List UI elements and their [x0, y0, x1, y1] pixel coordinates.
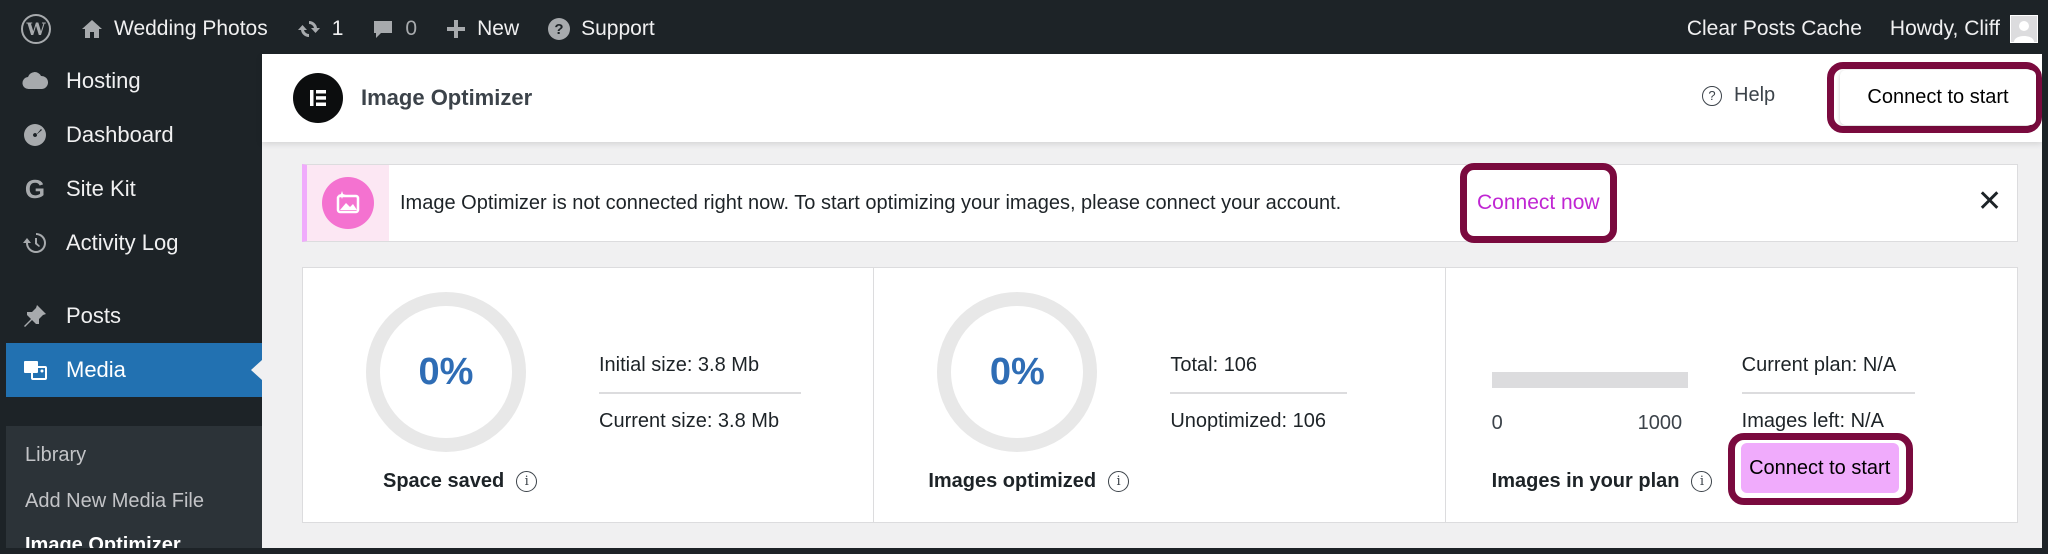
notice-message: Image Optimizer is not connected right n… [400, 192, 1342, 214]
elementor-logo-icon [293, 73, 343, 123]
site-name-link[interactable]: Wedding Photos [66, 4, 282, 54]
submenu-item-library[interactable]: Library [25, 444, 86, 467]
sidebar-item-media[interactable]: Media [6, 343, 262, 397]
submenu-item-add-new-media-file[interactable]: Add New Media File [25, 490, 204, 513]
clear-cache-label: Clear Posts Cache [1686, 17, 1862, 40]
space-saved-value: 0% [418, 350, 474, 393]
howdy-label: Howdy, Cliff [1889, 17, 2000, 40]
history-icon [22, 230, 48, 256]
support-link[interactable]: ? Support [533, 4, 669, 54]
images-optimized-ring: 0% [937, 292, 1098, 452]
updates-link[interactable]: 1 [282, 4, 358, 54]
browser-frame: W Wedding Photos 1 0 New ? Support Clear… [6, 4, 2042, 548]
new-content-link[interactable]: New [431, 4, 533, 54]
help-link[interactable]: ? Help [1702, 84, 1775, 107]
plan-bar-max: 1000 [1637, 412, 1683, 434]
google-g-icon: G [22, 176, 48, 202]
sidebar-item-hosting[interactable]: Hosting [6, 54, 262, 108]
sidebar-item-dashboard[interactable]: Dashboard [6, 108, 262, 162]
divider [1170, 392, 1348, 394]
sidebar-item-activity-log[interactable]: Activity Log [6, 216, 262, 270]
svg-text:?: ? [555, 21, 564, 38]
images-optimized-label: Images optimized [928, 470, 1097, 492]
pushpin-icon [22, 303, 48, 329]
comment-icon [374, 21, 393, 38]
space-saved-card: 0% Space saved i Initial size: 3.8 Mb Cu… [303, 268, 875, 522]
info-icon[interactable]: i [516, 471, 538, 492]
account-menu[interactable]: Howdy, Cliff [1876, 4, 2042, 54]
sidebar-item-label: Media [66, 357, 126, 382]
images-optimized-label-row: Images optimized i [928, 470, 1130, 493]
unoptimized-images: Unoptimized: 106 [1170, 410, 1326, 432]
sidebar-item-posts[interactable]: Posts [6, 289, 262, 343]
new-label: New [477, 17, 520, 40]
page-title: Image Optimizer [361, 85, 533, 110]
info-icon[interactable]: i [1108, 471, 1130, 492]
plus-icon [447, 20, 466, 38]
svg-text:G: G [25, 176, 45, 202]
notice-icon-box [307, 165, 389, 241]
divider [599, 392, 801, 394]
help-icon: ? [1702, 85, 1722, 106]
svg-text:W: W [25, 20, 46, 40]
admin-bar: W Wedding Photos 1 0 New ? Support Clear… [6, 4, 2042, 54]
question-circle-icon: ? [548, 18, 571, 40]
stats-panel: 0% Space saved i Initial size: 3.8 Mb Cu… [302, 267, 2018, 523]
sidebar-item-label: Hosting [66, 68, 141, 93]
images-left: Images left: N/A [1741, 410, 1884, 432]
main-content: Image Optimizer ? Help Connect to start … [262, 54, 2042, 548]
initial-size: Initial size: 3.8 Mb [599, 354, 760, 376]
space-saved-label: Space saved [383, 470, 505, 492]
space-saved-ring: 0% [366, 292, 526, 452]
user-silhouette-icon [2014, 21, 2034, 42]
close-icon[interactable]: ✕ [1977, 187, 2002, 217]
plan-card: 0 1000 Images in your plan i Current pla… [1446, 268, 2017, 522]
space-saved-label-row: Space saved i [383, 470, 538, 493]
cloud-icon [22, 68, 48, 94]
support-label: Support [581, 17, 655, 40]
clear-cache-link[interactable]: Clear Posts Cache [1673, 4, 1876, 54]
sidebar-item-label: Posts [66, 303, 122, 328]
plan-label-row: Images in your plan i [1492, 470, 1713, 493]
updates-count: 1 [331, 17, 344, 40]
dashboard-icon [22, 122, 48, 148]
admin-bar-right: Clear Posts Cache Howdy, Cliff [1673, 4, 2042, 54]
connect-now-link[interactable]: Connect now [1477, 191, 1600, 215]
wordpress-icon: W [21, 14, 51, 44]
sidebar-item-label: Dashboard [66, 122, 174, 147]
plan-label: Images in your plan [1491, 470, 1680, 492]
avatar [2010, 15, 2038, 43]
image-sparkle-icon [322, 177, 374, 229]
media-icon [22, 357, 48, 383]
wordpress-logo-button[interactable]: W [6, 4, 66, 54]
info-icon[interactable]: i [1691, 471, 1713, 492]
plan-usage-bar [1491, 372, 1688, 388]
admin-sidebar: Hosting Dashboard G Site Kit Activity Lo… [6, 54, 262, 548]
site-name: Wedding Photos [114, 17, 268, 40]
divider [1741, 392, 1915, 394]
updates-icon [297, 20, 320, 38]
submenu-item-image-optimizer[interactable]: Image Optimizer [25, 534, 181, 548]
sidebar-item-site-kit[interactable]: G Site Kit [6, 162, 262, 216]
help-label: Help [1734, 84, 1776, 106]
connection-notice: Image Optimizer is not connected right n… [302, 163, 2018, 243]
images-optimized-card: 0% Images optimized i Total: 106 Unoptim… [874, 268, 1446, 522]
total-images: Total: 106 [1170, 354, 1258, 376]
plugin-header: Image Optimizer ? Help Connect to start [262, 54, 2042, 142]
current-size: Current size: 3.8 Mb [599, 410, 780, 432]
images-optimized-value: 0% [989, 350, 1045, 393]
sidebar-item-label: Activity Log [66, 230, 179, 255]
sidebar-item-label: Site Kit [66, 176, 136, 201]
plan-bar-min: 0 [1491, 412, 1503, 434]
comments-link[interactable]: 0 [357, 4, 431, 54]
plan-connect-to-start-button[interactable]: Connect to start [1740, 443, 1899, 493]
connect-to-start-button[interactable]: Connect to start [1840, 70, 2036, 125]
home-icon [82, 20, 102, 38]
comments-count: 0 [405, 17, 418, 40]
media-submenu: Library Add New Media File Image Optimiz… [6, 426, 262, 548]
current-plan: Current plan: N/A [1741, 354, 1897, 376]
